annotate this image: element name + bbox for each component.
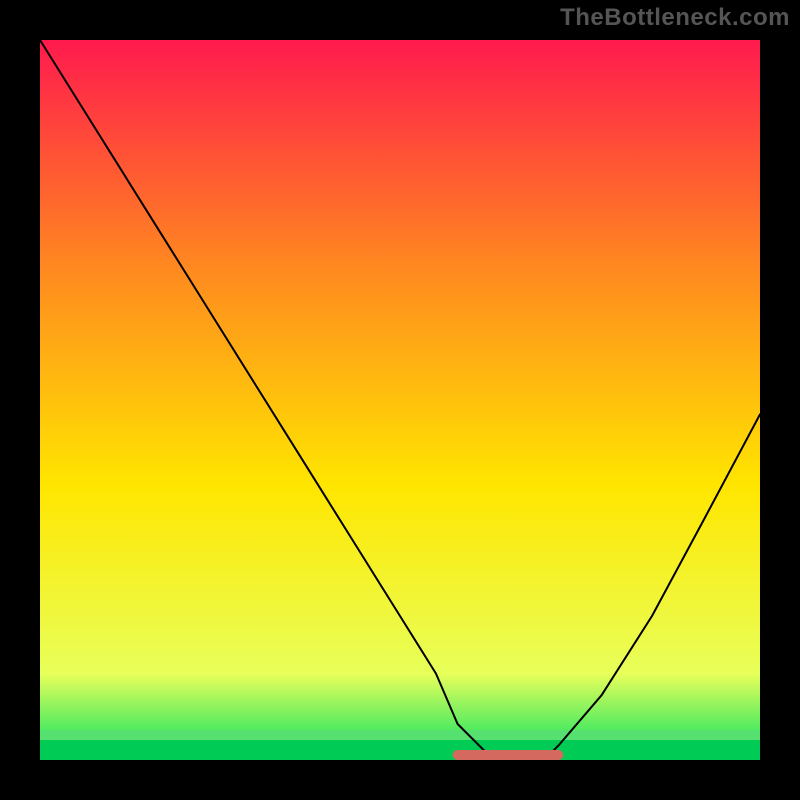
plot-svg bbox=[40, 40, 760, 760]
chart-frame: TheBottleneck.com bbox=[0, 0, 800, 800]
bottom-green-band-2 bbox=[40, 730, 760, 740]
gradient-background bbox=[40, 40, 760, 760]
plot-area bbox=[40, 40, 760, 760]
watermark-text: TheBottleneck.com bbox=[560, 4, 790, 32]
bottom-green-band bbox=[40, 740, 760, 760]
